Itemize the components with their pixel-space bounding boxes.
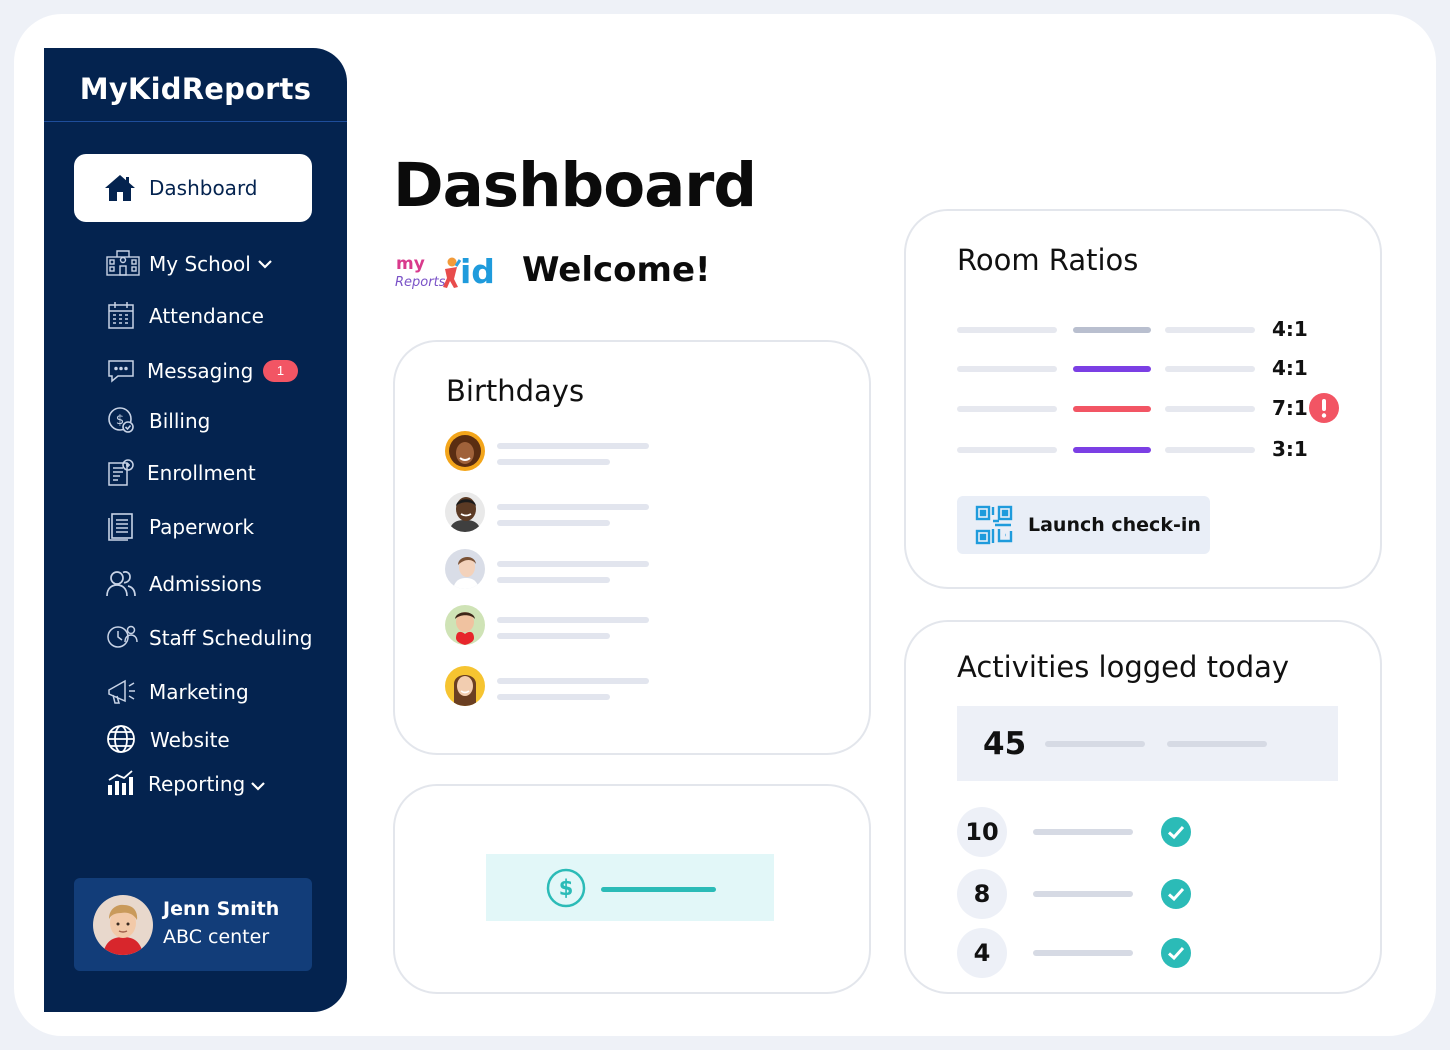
launch-checkin-button[interactable]: Launch check-in bbox=[957, 496, 1210, 554]
chat-icon bbox=[106, 355, 138, 387]
ratio-room-line bbox=[957, 406, 1057, 412]
ratio-status-bar bbox=[1073, 447, 1151, 453]
ratio-detail-line bbox=[1165, 406, 1255, 412]
ratio-status-bar bbox=[1073, 366, 1151, 372]
ratio-status-bar bbox=[1073, 327, 1151, 333]
ratio-detail-line bbox=[1165, 447, 1255, 453]
megaphone-icon bbox=[106, 676, 138, 708]
placeholder-line bbox=[497, 633, 610, 639]
ratio-value: 7:1 bbox=[1272, 396, 1308, 420]
ratio-status-bar bbox=[1073, 406, 1151, 412]
activities-title: Activities logged today bbox=[957, 650, 1290, 684]
sidebar-item-label: Admissions bbox=[149, 572, 262, 596]
placeholder-line bbox=[497, 617, 649, 623]
svg-text:my: my bbox=[396, 254, 425, 274]
activities-card: Activities logged today 45 10 8 4 bbox=[904, 620, 1382, 994]
logo-kid-text: id bbox=[460, 252, 495, 290]
placeholder-line bbox=[497, 577, 610, 583]
sidebar-item-label: Reporting bbox=[148, 772, 246, 796]
room-ratios-title: Room Ratios bbox=[957, 243, 1139, 277]
ratio-detail-line bbox=[1165, 327, 1255, 333]
users-icon bbox=[106, 568, 138, 600]
user-organization: ABC center bbox=[163, 926, 270, 948]
placeholder-line bbox=[1033, 950, 1133, 956]
sidebar-item-label: Billing bbox=[149, 409, 211, 433]
birthdays-title: Birthdays bbox=[446, 374, 585, 408]
sidebar-item-dashboard[interactable]: Dashboard bbox=[74, 154, 312, 222]
placeholder-line bbox=[497, 459, 610, 465]
qr-code-icon bbox=[975, 505, 1013, 550]
activities-total: 45 bbox=[983, 726, 1027, 762]
check-circle-icon bbox=[1160, 878, 1192, 910]
sidebar-item-label: Staff Scheduling bbox=[149, 626, 313, 650]
ratio-room-line bbox=[957, 366, 1057, 372]
ratio-value: 3:1 bbox=[1272, 437, 1308, 461]
sidebar-item-label: Paperwork bbox=[149, 515, 255, 539]
activity-count: 4 bbox=[957, 928, 1007, 978]
user-name: Jenn Smith bbox=[163, 898, 280, 920]
launch-checkin-label: Launch check-in bbox=[1028, 514, 1201, 536]
birthdays-card: Birthdays bbox=[393, 340, 871, 755]
birthday-avatar bbox=[445, 431, 485, 471]
school-icon bbox=[106, 248, 140, 280]
placeholder-line bbox=[497, 443, 649, 449]
bar-chart-icon bbox=[106, 768, 138, 800]
chevron-down-icon[interactable] bbox=[258, 256, 272, 274]
placeholder-line bbox=[497, 694, 610, 700]
svg-text:$: $ bbox=[559, 876, 574, 900]
birthday-avatar bbox=[445, 492, 485, 532]
home-icon bbox=[104, 174, 136, 207]
calendar-icon bbox=[106, 300, 138, 332]
placeholder-line bbox=[1033, 829, 1133, 835]
alert-icon[interactable] bbox=[1308, 392, 1340, 429]
placeholder-line bbox=[497, 678, 649, 684]
unread-badge: 1 bbox=[263, 360, 298, 382]
room-ratios-card: Room Ratios 4:1 4:1 7:1 3:1 Launch check-in bbox=[904, 209, 1382, 589]
user-profile-card[interactable]: Jenn Smith ABC center bbox=[74, 878, 312, 971]
sidebar-item-label: Attendance bbox=[149, 304, 264, 328]
welcome-message: Welcome! bbox=[522, 250, 711, 290]
sidebar-item-label: Enrollment bbox=[147, 461, 256, 485]
sidebar-item-label: Dashboard bbox=[149, 176, 258, 200]
svg-text:Reports: Reports bbox=[395, 275, 446, 290]
avatar bbox=[93, 895, 153, 955]
check-circle-icon bbox=[1160, 937, 1192, 969]
globe-icon bbox=[106, 724, 138, 756]
check-circle-icon bbox=[1160, 816, 1192, 848]
placeholder-line bbox=[497, 520, 610, 526]
sidebar-item-label: Marketing bbox=[149, 680, 249, 704]
birthday-avatar bbox=[445, 549, 485, 589]
birthday-avatar bbox=[445, 666, 485, 706]
activities-total-row: 45 bbox=[957, 706, 1338, 781]
placeholder-line bbox=[1033, 891, 1133, 897]
ratio-value: 4:1 bbox=[1272, 356, 1308, 380]
payment-bar bbox=[601, 887, 716, 892]
page-title: Dashboard bbox=[393, 150, 757, 221]
ratio-room-line bbox=[957, 447, 1057, 453]
activity-count: 8 bbox=[957, 869, 1007, 919]
brand-logo: MyKidReports bbox=[44, 48, 347, 122]
clock-user-icon bbox=[106, 622, 138, 654]
sidebar-item-label: Website bbox=[150, 728, 230, 752]
payment-summary[interactable]: $ bbox=[486, 854, 774, 921]
placeholder-line bbox=[1045, 741, 1145, 747]
dollar-circle-icon: $ bbox=[546, 868, 586, 913]
document-icon bbox=[106, 511, 138, 543]
ratio-detail-line bbox=[1165, 366, 1255, 372]
placeholder-line bbox=[497, 561, 649, 567]
sidebar: MyKidReports Dashboard My School Attenda… bbox=[44, 48, 347, 1012]
mykid-logo: my Reports id bbox=[394, 250, 496, 291]
clipboard-icon bbox=[106, 457, 138, 489]
billing-preview-card: $ bbox=[393, 784, 871, 994]
sidebar-item-label: Messaging bbox=[147, 359, 254, 383]
birthday-avatar bbox=[445, 605, 485, 645]
activity-count: 10 bbox=[957, 807, 1007, 857]
placeholder-line bbox=[497, 504, 649, 510]
chevron-down-icon[interactable] bbox=[251, 778, 265, 796]
placeholder-line bbox=[1167, 741, 1267, 747]
sidebar-item-label: My School bbox=[149, 252, 251, 276]
ratio-value: 4:1 bbox=[1272, 317, 1308, 341]
dollar-icon: $ bbox=[106, 405, 138, 437]
ratio-room-line bbox=[957, 327, 1057, 333]
